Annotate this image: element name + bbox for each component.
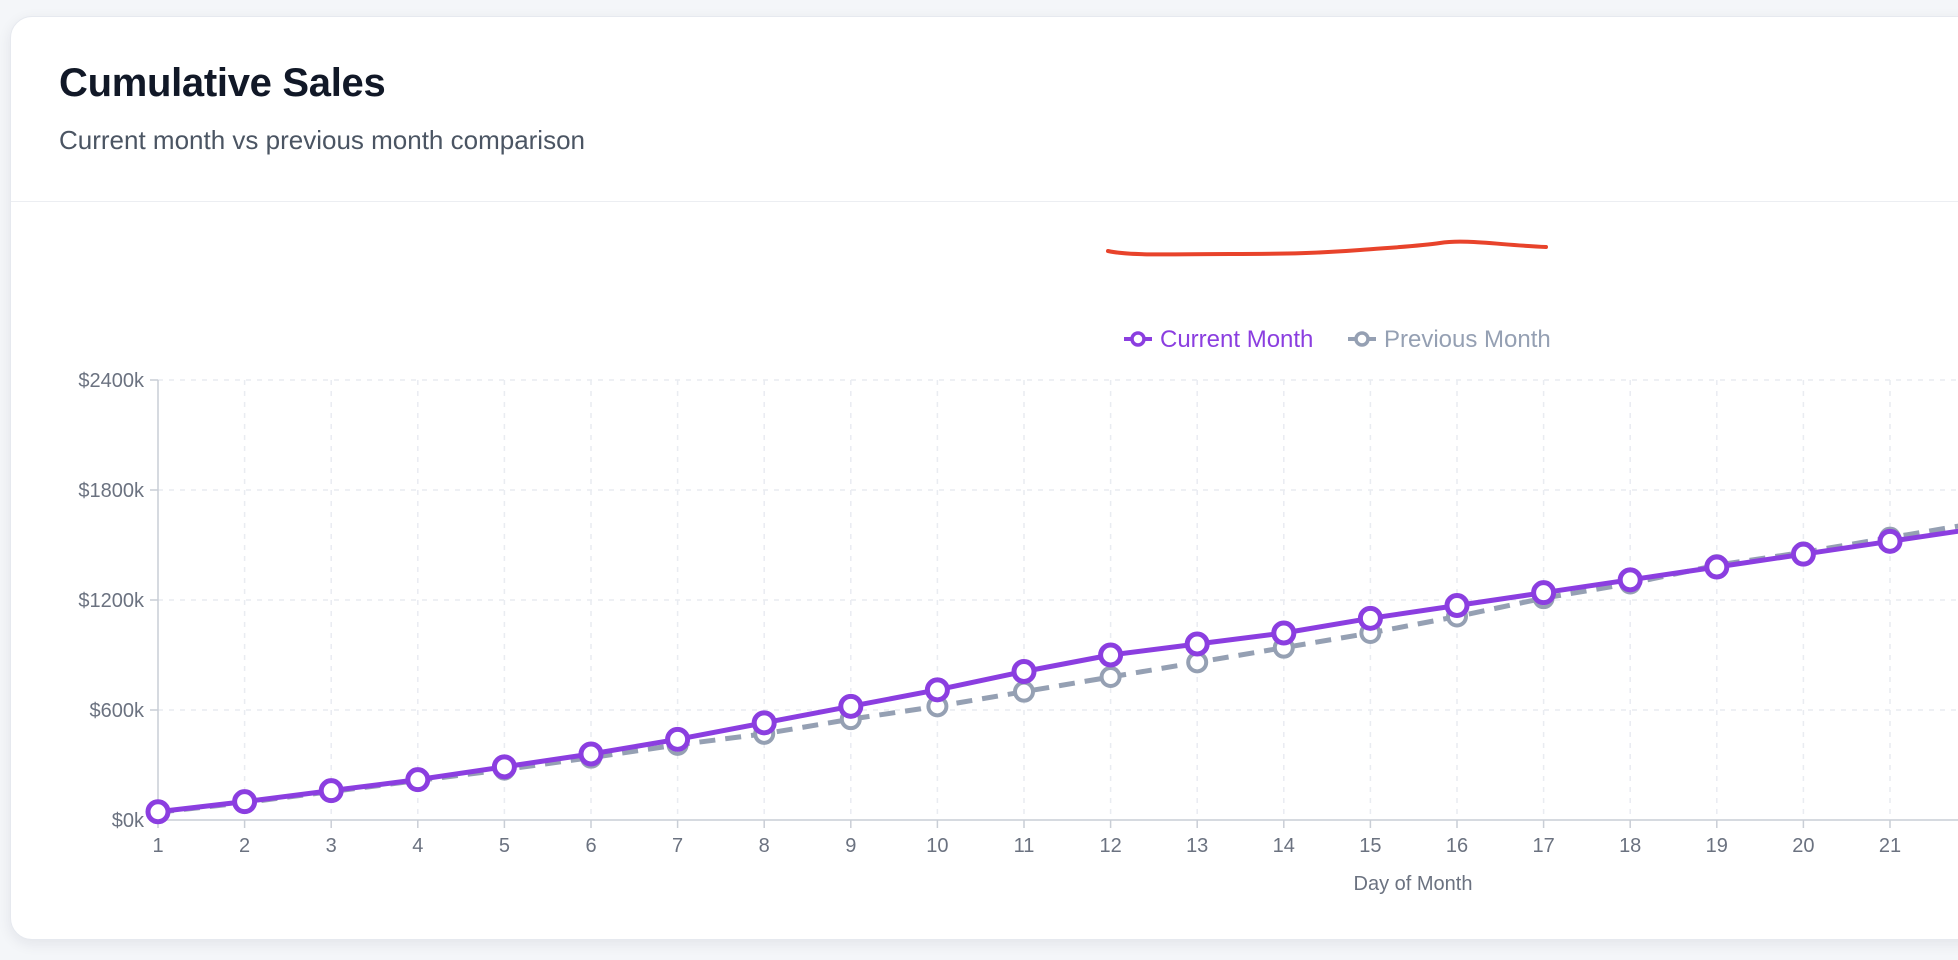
current-month-point <box>1531 580 1557 606</box>
x-tick-label: 18 <box>1619 835 1641 857</box>
current-month-point <box>1011 659 1037 684</box>
x-tick-label: 8 <box>759 835 770 857</box>
x-tick-label: 4 <box>412 835 423 857</box>
x-tick-label: 3 <box>326 835 337 857</box>
x-tick-label: 9 <box>845 835 856 857</box>
current-month-point <box>491 754 517 780</box>
x-tick-label: 20 <box>1792 835 1814 857</box>
y-tick-label: $600k <box>90 700 145 722</box>
legend-previous-month-label: Previous Month <box>1384 326 1551 353</box>
previous-month-point <box>1013 680 1035 703</box>
cumulative-sales-chart: $0k$600k$1200k$1800k$2400k1 2 3 4 5 6 7 8 9 10 11 1… <box>78 239 1958 895</box>
current-month-point <box>838 693 864 719</box>
x-tick-label: 21 <box>1879 835 1901 857</box>
x-tick-label: 10 <box>926 835 948 857</box>
series-current-line <box>157 528 1958 815</box>
current-month-point <box>405 767 431 793</box>
legend-current-month-swatch-marker <box>1130 331 1146 347</box>
x-tick-label: 13 <box>1186 835 1208 857</box>
x-tick-label: 16 <box>1446 835 1468 857</box>
y-tick-label: $1800k <box>78 480 145 502</box>
current-month-point <box>751 710 777 736</box>
x-tick-label: 19 <box>1706 835 1728 857</box>
current-month-point <box>924 677 950 703</box>
x-tick-label: 5 <box>499 835 510 857</box>
x-tick-label: 15 <box>1359 835 1381 857</box>
current-month-point <box>1271 620 1297 646</box>
x-tick-label: 1 <box>152 835 163 857</box>
current-month-point <box>1184 631 1210 657</box>
current-month-point <box>1357 605 1383 631</box>
current-month-point <box>232 789 258 815</box>
x-tick-label: 14 <box>1273 835 1295 857</box>
current-month-point <box>318 778 344 804</box>
x-axis-title: Day of Month <box>1354 873 1473 895</box>
current-month-point <box>145 799 171 825</box>
current-month-point <box>578 741 604 767</box>
x-tick-label: 17 <box>1532 835 1554 857</box>
current-month-point <box>665 726 691 752</box>
current-month-point <box>1877 528 1903 554</box>
x-tick-label: 12 <box>1099 835 1121 857</box>
current-month-point <box>1790 541 1816 567</box>
y-tick-label: $2400k <box>78 370 145 392</box>
y-tick-label: $1200k <box>78 590 145 612</box>
legend-current-month-label: Current Month <box>1160 326 1313 353</box>
annotation-scribble <box>1106 239 1548 257</box>
x-tick-label: 6 <box>585 835 596 857</box>
previous-month-point <box>1099 666 1122 688</box>
x-tick-label: 7 <box>672 835 683 857</box>
current-month-point <box>1098 642 1124 668</box>
legend-previous-month-swatch-marker <box>1354 331 1370 347</box>
x-tick-label: 2 <box>239 835 250 857</box>
x-tick-label: 11 <box>1014 835 1035 857</box>
current-month-point <box>1704 554 1730 580</box>
y-tick-label: $0k <box>112 810 145 832</box>
current-month-point <box>1444 593 1470 618</box>
current-month-point <box>1617 567 1643 593</box>
